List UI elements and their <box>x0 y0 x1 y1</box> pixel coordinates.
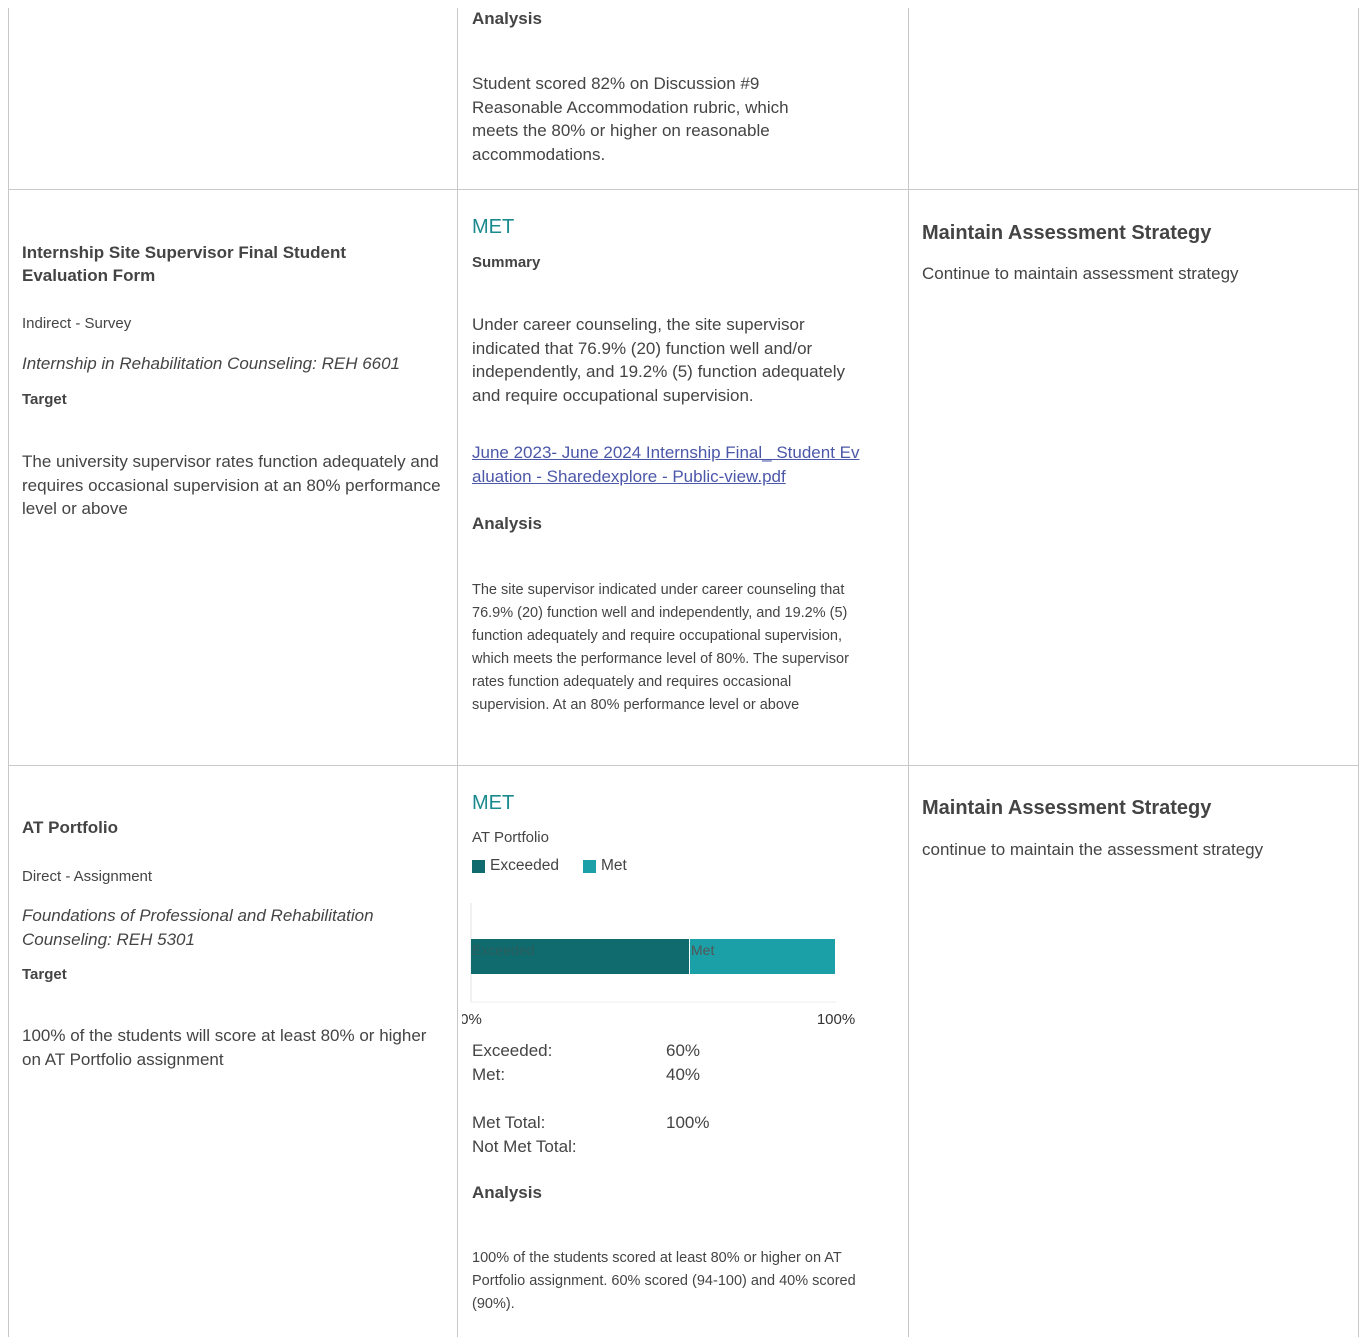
stats-block: Exceeded: 60% Met: 40% Met Total: 100% N… <box>472 1039 709 1159</box>
stat-exceeded-value: 60% <box>666 1041 701 1060</box>
row3-course: Foundations of Professional and Rehabili… <box>22 906 374 949</box>
row2-measure-type: Indirect - Survey <box>22 315 132 332</box>
row3-target-heading: Target <box>22 966 67 983</box>
row2-course: Internship in Rehabilitation Counseling:… <box>22 354 401 373</box>
row1-analysis-text: Student scored 82% on Discussion #9 Reas… <box>472 74 789 164</box>
stacked-bar-chart: Exceeded Met 0% 100% <box>462 903 855 1028</box>
column-divider <box>1358 8 1359 1337</box>
stat-not-met-total-label: Not Met Total: <box>472 1137 577 1156</box>
stat-met-total: Met Total: 100% <box>472 1111 709 1135</box>
row2-summary-text: Under career counseling, the site superv… <box>472 315 846 405</box>
stat-met-total-value: 100% <box>666 1113 710 1132</box>
row2-attachment-link[interactable]: June 2023- June 2024 Internship Final_ S… <box>472 441 860 489</box>
column-divider <box>457 8 458 1337</box>
legend-swatch-met <box>582 859 596 873</box>
row-divider <box>8 189 1359 190</box>
column-divider <box>908 8 909 1337</box>
row3-measure-title: AT Portfolio <box>22 818 118 837</box>
bar-label-exceeded: Exceeded <box>472 942 534 958</box>
stat-exceeded-label: Exceeded: <box>472 1041 553 1060</box>
column-divider <box>8 8 9 1337</box>
legend-label-met: Met <box>600 857 627 874</box>
stat-met-value: 40% <box>666 1065 701 1084</box>
row3-analysis-heading: Analysis <box>472 1183 542 1202</box>
chart-legend: Exceeded Met <box>472 857 627 875</box>
row2-action-heading: Maintain Assessment Strategy <box>922 222 1212 244</box>
row2-target-text: The university supervisor rates function… <box>22 452 441 518</box>
row2-target-heading: Target <box>22 391 67 408</box>
row3-action-text: continue to maintain the assessment stra… <box>922 840 1264 859</box>
row3-analysis-text: 100% of the students scored at least 80%… <box>472 1250 856 1312</box>
x-tick-label: 100% <box>817 1011 855 1028</box>
stat-met-label: Met: <box>472 1065 506 1084</box>
chart-title: AT Portfolio <box>472 829 549 846</box>
row3-measure-type: Direct - Assignment <box>22 868 153 885</box>
row1-analysis-heading: Analysis <box>472 9 542 28</box>
row2-status-met: MET <box>472 216 515 238</box>
legend-swatch-exceeded <box>472 859 485 873</box>
row3-target-text: 100% of the students will score at least… <box>22 1026 427 1069</box>
row3-action-heading: Maintain Assessment Strategy <box>922 797 1212 819</box>
row2-analysis-heading: Analysis <box>472 514 542 533</box>
row2-action-text: Continue to maintain assessment strategy <box>922 264 1239 283</box>
stat-met: Met: 40% <box>472 1063 709 1087</box>
row2-measure-title: Internship Site Supervisor Final Student… <box>22 243 346 285</box>
row2-analysis-text: The site supervisor indicated under care… <box>472 582 849 713</box>
row2-summary-heading: Summary <box>472 254 541 271</box>
bar-label-met: Met <box>691 942 714 958</box>
stat-not-met-total: Not Met Total: <box>472 1135 709 1159</box>
stat-exceeded: Exceeded: 60% <box>472 1039 709 1063</box>
row-divider <box>8 765 1359 766</box>
x-tick-label: 0% <box>462 1011 482 1028</box>
stat-met-total-label: Met Total: <box>472 1113 546 1132</box>
row3-status-met: MET <box>472 792 515 814</box>
legend-label-exceeded: Exceeded <box>490 857 559 874</box>
assessment-table: Analysis Student scored 82% on Discussio… <box>0 0 1364 1337</box>
